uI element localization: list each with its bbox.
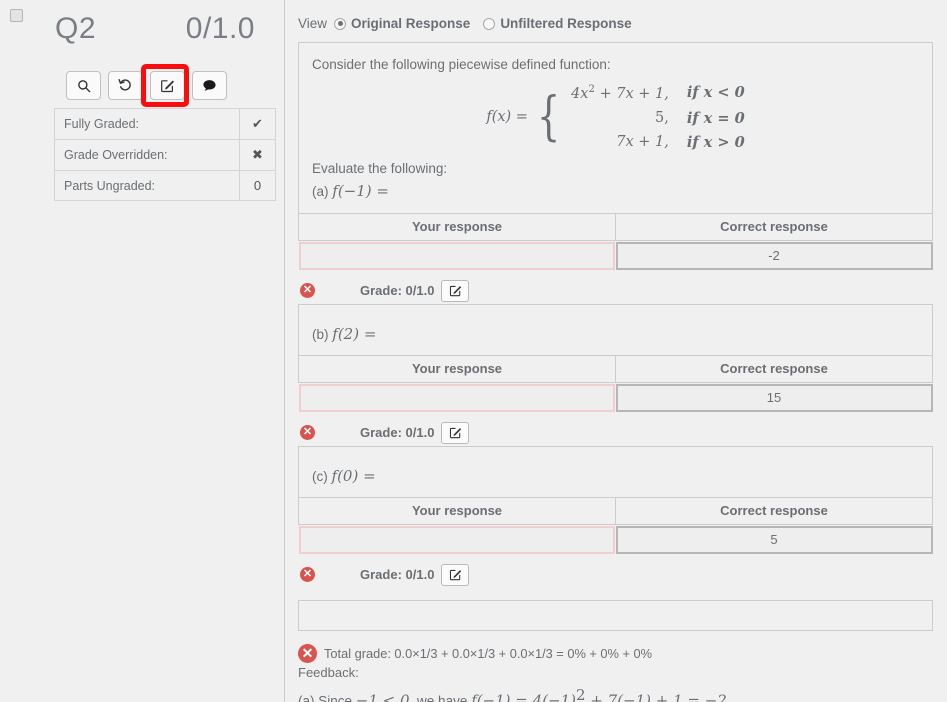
grade-text-b: Grade: 0/1.0 bbox=[360, 425, 435, 441]
piece-expr-2: 5, bbox=[655, 109, 669, 126]
table-row: 15 bbox=[298, 383, 933, 413]
response-panel: View Original Response Unfiltered Respon… bbox=[286, 0, 947, 702]
correct-response-header-b: Correct response bbox=[615, 355, 933, 384]
your-response-cell-a bbox=[298, 241, 616, 271]
your-response-cell-c bbox=[298, 525, 616, 555]
your-response-header-a: Your response bbox=[298, 213, 616, 242]
question-statement-box: Consider the following piecewise defined… bbox=[298, 42, 933, 215]
total-grade-row: ✕ Total grade: 0.0×1/3 + 0.0×1/3 + 0.0×1… bbox=[298, 643, 933, 663]
radio-original-response[interactable] bbox=[334, 17, 347, 30]
empty-trailing-box bbox=[298, 599, 933, 631]
feedback-label: Feedback: bbox=[298, 664, 359, 680]
correct-response-value-b: 15 bbox=[615, 383, 933, 412]
piece-cond-3: if x > 0 bbox=[686, 133, 745, 151]
select-question-checkbox[interactable] bbox=[10, 9, 23, 22]
table-row: -2 bbox=[298, 241, 933, 271]
feedback-line-a: (a) Since −1 < 0, we have f(−1) = 4(−1)2… bbox=[298, 685, 727, 702]
question-score: 0/1.0 bbox=[185, 12, 255, 45]
edit-grade-button-b[interactable] bbox=[441, 421, 470, 444]
part-b-label: (b) f(2) = bbox=[312, 324, 377, 343]
status-label-fully-graded: Fully Graded: bbox=[54, 108, 240, 140]
table-row: Grade Overridden: ✖ bbox=[54, 139, 276, 171]
part-c-expression: f(0) = bbox=[331, 466, 376, 485]
status-label-grade-overridden: Grade Overridden: bbox=[54, 139, 240, 171]
piecewise-function: f(x) = { 4x2 + 7x + 1, if x < 0 5, if x … bbox=[312, 82, 919, 153]
part-c-box: (c) f(0) = bbox=[298, 445, 933, 499]
your-response-header-c: Your response bbox=[298, 497, 616, 526]
correct-response-cell-c: 5 bbox=[615, 525, 933, 555]
radio-label-unfiltered-response[interactable]: Unfiltered Response bbox=[500, 16, 631, 31]
table-row: Your response Correct response bbox=[298, 213, 933, 242]
edit-button[interactable] bbox=[150, 71, 185, 100]
part-a-expression: f(−1) = bbox=[332, 181, 389, 200]
status-value-fully-graded: ✔ bbox=[239, 108, 276, 140]
part-c-label: (c) f(0) = bbox=[312, 466, 376, 485]
correct-response-header-a: Correct response bbox=[615, 213, 933, 242]
total-grade-text: Total grade: 0.0×1/3 + 0.0×1/3 + 0.0×1/3… bbox=[324, 645, 652, 661]
table-row: Parts Ungraded: 0 bbox=[54, 170, 276, 201]
evaluate-label: Evaluate the following: bbox=[312, 161, 448, 177]
comment-button[interactable] bbox=[192, 71, 227, 100]
your-response-input-c[interactable] bbox=[298, 525, 615, 554]
piece-expr-1: 4x2 + 7x + 1, bbox=[571, 84, 669, 103]
left-brace-icon: { bbox=[536, 87, 561, 148]
your-response-input-a[interactable] bbox=[298, 241, 615, 270]
your-response-cell-b bbox=[298, 383, 616, 413]
part-a-label: (a) f(−1) = bbox=[312, 181, 389, 200]
correct-response-header-c: Correct response bbox=[615, 497, 933, 526]
correct-response-cell-b: 15 bbox=[615, 383, 933, 413]
history-button[interactable] bbox=[108, 71, 143, 100]
part-b-expression: f(2) = bbox=[332, 324, 377, 343]
grading-page: Q2 0/1.0 Fully Graded: ✔ Grade Overridde… bbox=[0, 0, 947, 702]
question-status-table: Fully Graded: ✔ Grade Overridden: ✖ Part… bbox=[54, 108, 276, 201]
correct-response-cell-a: -2 bbox=[615, 241, 933, 271]
response-table-c: Your response Correct response 5 bbox=[298, 497, 933, 555]
incorrect-icon-b: ✕ bbox=[300, 425, 315, 441]
radio-label-original-response[interactable]: Original Response bbox=[351, 16, 470, 31]
table-row: Your response Correct response bbox=[298, 355, 933, 384]
grade-row-a: ✕ Grade: 0/1.0 bbox=[300, 278, 933, 304]
piece-expr-3: 7x + 1, bbox=[616, 133, 669, 150]
search-button[interactable] bbox=[66, 71, 101, 100]
question-prompt: Consider the following piecewise defined… bbox=[312, 57, 611, 72]
incorrect-icon-c: ✕ bbox=[300, 567, 315, 583]
piece-cond-1: if x < 0 bbox=[686, 84, 745, 102]
question-header: Q2 0/1.0 bbox=[55, 12, 255, 46]
question-title: Q2 bbox=[55, 12, 97, 45]
view-selector: View Original Response Unfiltered Respon… bbox=[298, 16, 933, 31]
correct-response-value-c: 5 bbox=[615, 525, 933, 554]
view-label: View bbox=[298, 16, 328, 31]
status-value-parts-ungraded: 0 bbox=[239, 170, 276, 201]
table-row: Your response Correct response bbox=[298, 497, 933, 526]
total-incorrect-icon: ✕ bbox=[298, 643, 317, 663]
edit-grade-button-a[interactable] bbox=[441, 279, 470, 302]
incorrect-icon-a: ✕ bbox=[300, 283, 315, 299]
question-sidebar: Q2 0/1.0 Fully Graded: ✔ Grade Overridde… bbox=[0, 0, 285, 702]
part-b-box: (b) f(2) = bbox=[298, 303, 933, 357]
question-toolbar bbox=[66, 71, 227, 100]
table-row: 5 bbox=[298, 525, 933, 555]
grade-text-c: Grade: 0/1.0 bbox=[360, 567, 435, 583]
table-row: Fully Graded: ✔ bbox=[54, 108, 276, 140]
edit-grade-button-c[interactable] bbox=[441, 563, 470, 586]
status-value-grade-overridden: ✖ bbox=[239, 139, 276, 171]
status-label-parts-ungraded: Parts Ungraded: bbox=[54, 170, 240, 201]
your-response-header-b: Your response bbox=[298, 355, 616, 384]
radio-unfiltered-response[interactable] bbox=[483, 17, 496, 30]
grade-text-a: Grade: 0/1.0 bbox=[360, 283, 435, 299]
grade-row-b: ✕ Grade: 0/1.0 bbox=[300, 420, 933, 446]
function-name: f(x) = bbox=[486, 108, 528, 125]
response-table-a: Your response Correct response -2 bbox=[298, 213, 933, 271]
response-table-b: Your response Correct response 15 bbox=[298, 355, 933, 413]
your-response-input-b[interactable] bbox=[298, 383, 615, 412]
grade-row-c: ✕ Grade: 0/1.0 bbox=[300, 562, 933, 588]
piece-cond-2: if x = 0 bbox=[686, 109, 745, 127]
correct-response-value-a: -2 bbox=[615, 241, 933, 270]
